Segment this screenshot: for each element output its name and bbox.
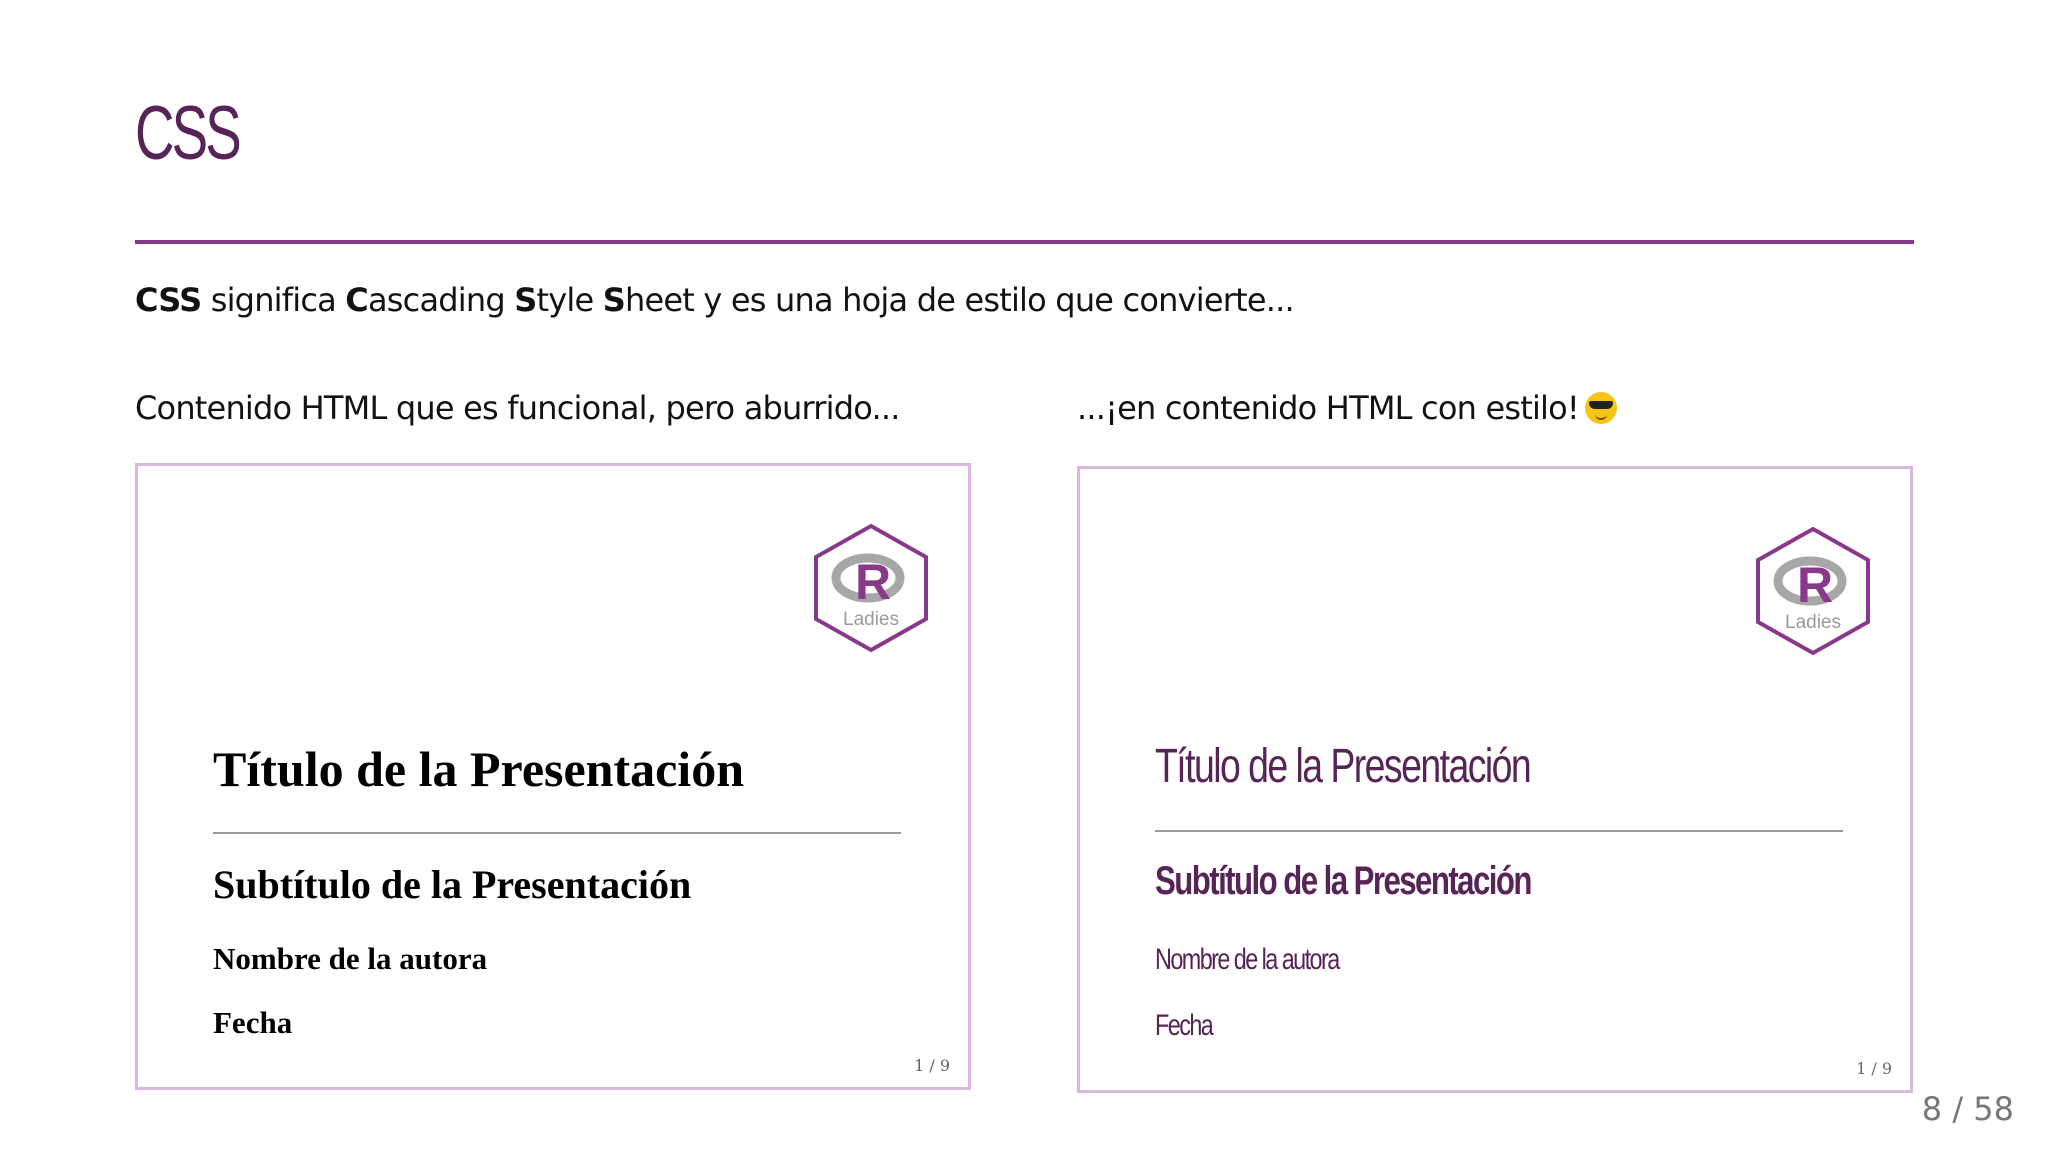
intro-part: heet y es una hoja de estilo que convier…: [625, 281, 1295, 319]
preview-author: Nombre de la autora: [213, 941, 488, 976]
preview-author: Nombre de la autora: [1155, 943, 1340, 976]
logo-letter: R: [855, 554, 891, 610]
intro-acronym: CSS: [135, 281, 202, 319]
preview-page-number: 1 / 9: [914, 1056, 950, 1075]
intro-letter-s: S: [514, 281, 537, 319]
intro-part: significa: [201, 281, 346, 319]
preview-subtitle: Subtítulo de la Presentación: [213, 862, 692, 907]
preview-divider: [1155, 830, 1843, 832]
intro-text: CSS significa Cascading Style Sheet y es…: [135, 278, 1295, 322]
intro-part: ascading: [367, 281, 515, 319]
preview-title: Título de la Presentación: [1155, 740, 1532, 793]
intro-part: tyle: [536, 281, 603, 319]
right-heading-text: ...¡en contenido HTML con estilo!: [1077, 389, 1580, 427]
logo-letter: R: [1797, 557, 1833, 613]
slide-counter: 8 / 58: [1921, 1090, 2014, 1128]
intro-letter-s: S: [602, 281, 626, 319]
rladies-logo-icon: R Ladies: [814, 523, 928, 653]
preview-date: Fecha: [1155, 1009, 1214, 1042]
plain-slide-preview: R Ladies Título de la Presentación Subtí…: [135, 463, 971, 1090]
right-column-heading: ...¡en contenido HTML con estilo!: [1077, 386, 1617, 430]
title-divider: [135, 240, 1914, 244]
preview-title: Título de la Presentación: [213, 741, 745, 797]
preview-date: Fecha: [213, 1005, 293, 1040]
left-column-heading: Contenido HTML que es funcional, pero ab…: [135, 386, 900, 430]
preview-page-number: 1 / 9: [1856, 1059, 1892, 1078]
preview-divider: [213, 832, 901, 834]
intro-letter-c: C: [345, 281, 368, 319]
logo-text: Ladies: [1785, 612, 1841, 633]
sunglasses-emoji-icon: [1584, 392, 1617, 424]
slide-title: CSS: [135, 91, 242, 176]
rladies-logo-icon: R Ladies: [1756, 526, 1870, 656]
styled-slide-preview: R Ladies Título de la Presentación Subtí…: [1077, 466, 1913, 1093]
logo-text: Ladies: [843, 609, 899, 630]
left-heading-text: Contenido HTML que es funcional, pero ab…: [135, 389, 900, 427]
preview-subtitle: Subtítulo de la Presentación: [1155, 859, 1532, 903]
